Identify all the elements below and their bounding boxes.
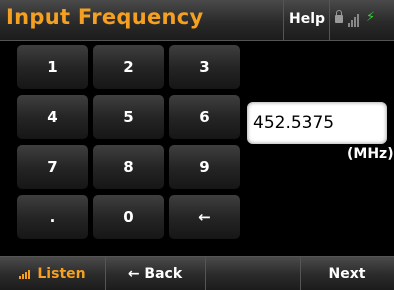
title-bar: Input Frequency Help ⚡: [0, 0, 394, 41]
key-7[interactable]: 7: [17, 145, 88, 189]
listen-label: Listen: [37, 265, 86, 282]
frequency-input[interactable]: 452.5375: [247, 102, 387, 144]
frequency-unit-label: (MHz): [347, 146, 394, 162]
power-icon: ⚡: [366, 10, 376, 25]
backspace-key[interactable]: ←: [169, 195, 240, 239]
key-2[interactable]: 2: [93, 45, 164, 89]
bottom-bar: Listen ← Back Next: [0, 256, 394, 290]
listen-button[interactable]: Listen: [0, 257, 105, 290]
key-0[interactable]: 0: [93, 195, 164, 239]
key-3[interactable]: 3: [169, 45, 240, 89]
key-5[interactable]: 5: [93, 95, 164, 139]
key-8[interactable]: 8: [93, 145, 164, 189]
divider: [205, 257, 206, 290]
keypad: 1 2 3 4 5 6 7 8 9 . 0 ←: [17, 45, 242, 239]
key-1[interactable]: 1: [17, 45, 88, 89]
next-button[interactable]: Next: [300, 257, 394, 290]
key-9[interactable]: 9: [169, 145, 240, 189]
lock-icon: [335, 10, 343, 23]
signal-icon: [348, 13, 362, 27]
status-icons: ⚡: [333, 10, 388, 29]
divider: [329, 0, 330, 40]
back-button[interactable]: ← Back: [105, 257, 205, 290]
key-decimal[interactable]: .: [17, 195, 88, 239]
signal-icon: [19, 269, 33, 279]
help-button[interactable]: Help: [289, 11, 325, 27]
key-4[interactable]: 4: [17, 95, 88, 139]
divider: [283, 0, 284, 40]
page-title: Input Frequency: [6, 5, 204, 29]
key-6[interactable]: 6: [169, 95, 240, 139]
